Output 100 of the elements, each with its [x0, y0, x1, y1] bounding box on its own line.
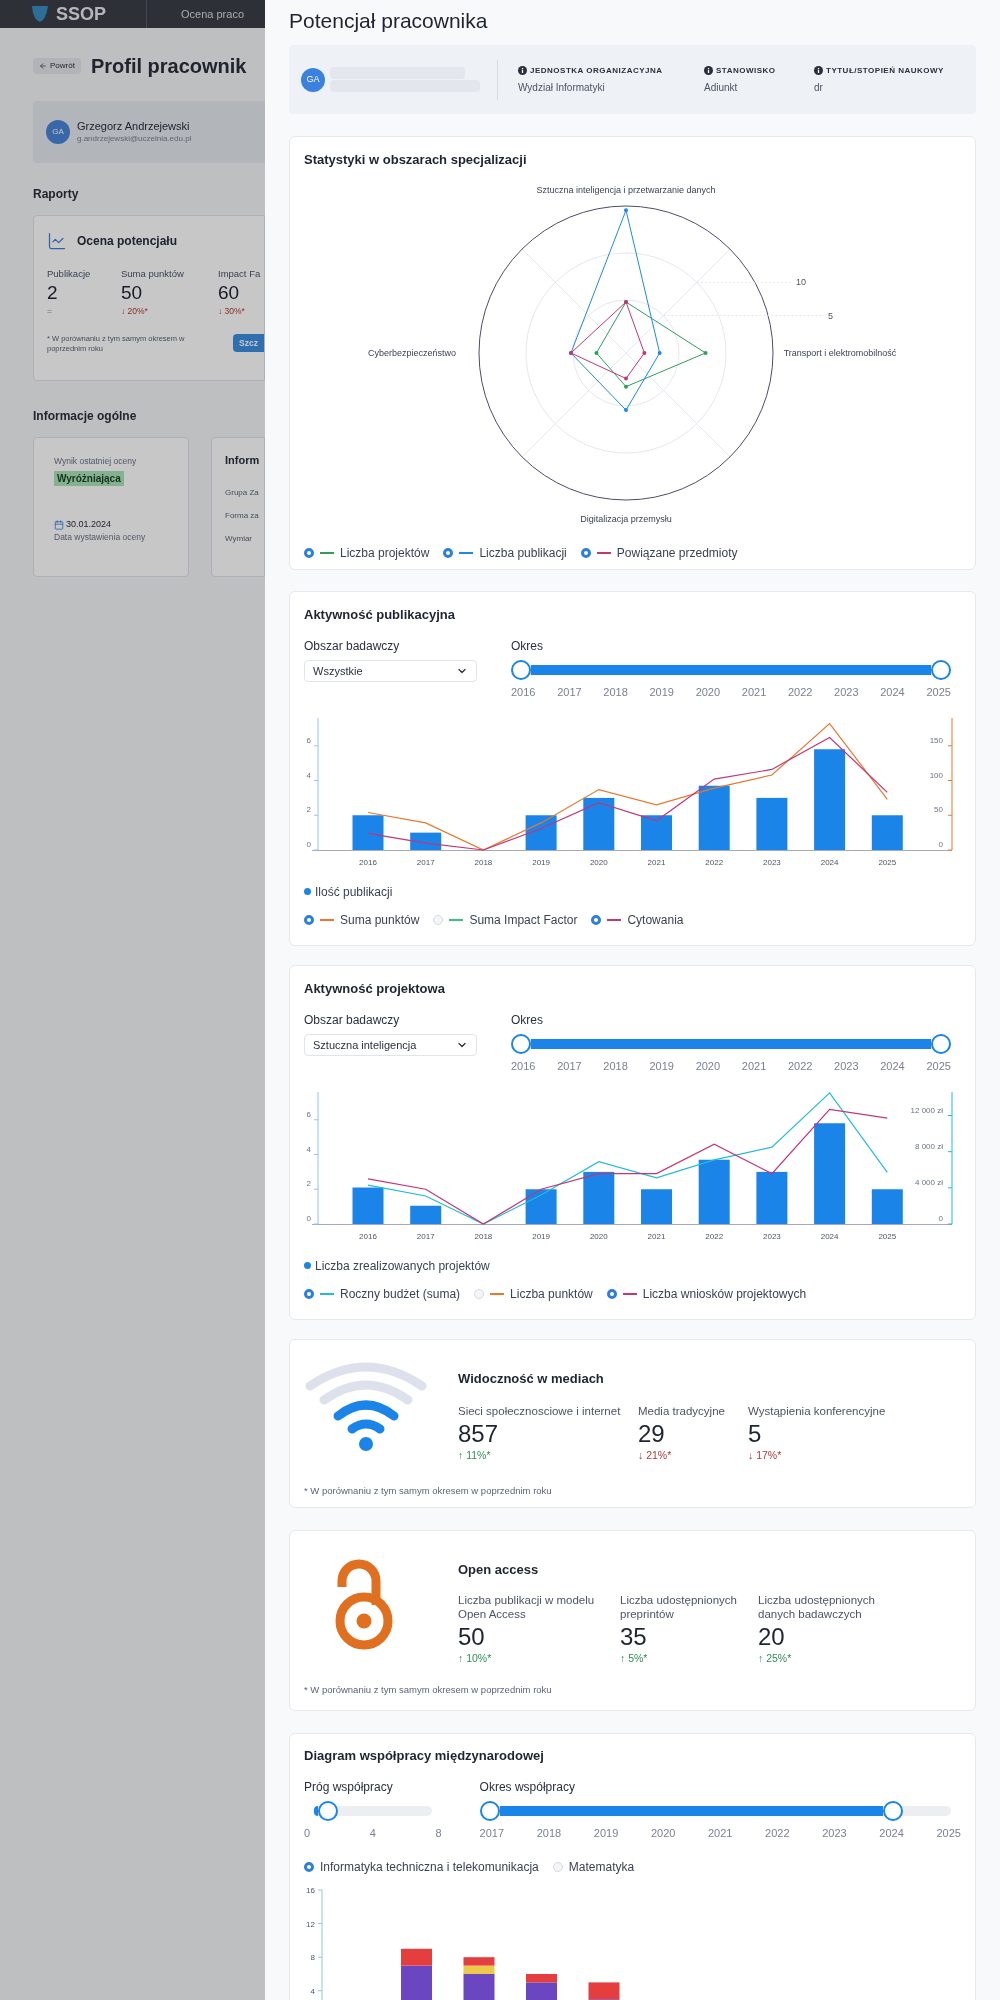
stat-value: 60 [218, 281, 241, 306]
employee-email: g.andrzejewski@uczelnia.edu.pl [77, 133, 192, 144]
legend-label: Ilość publikacji [315, 883, 393, 901]
legend-toggle[interactable]: Suma Impact Factor [433, 910, 578, 929]
legend-toggle[interactable]: Powiązane przedmioty [580, 544, 738, 562]
chart-bar [352, 814, 384, 850]
tick-label: 2025 [926, 1059, 951, 1074]
tick-label: 4 [306, 770, 311, 780]
logo-icon [30, 6, 50, 22]
logo-text: SSOP [56, 2, 107, 26]
tick-label: 2019 [593, 1826, 619, 1841]
wifi-icon [304, 1360, 428, 1454]
tick-label: 2017 [416, 1231, 435, 1241]
calendar-icon [54, 519, 64, 530]
slider-handle[interactable] [931, 1034, 951, 1054]
field-value: dr [814, 80, 824, 95]
slider-handle[interactable] [511, 1034, 531, 1054]
tick-label: 2021 [647, 857, 666, 867]
tick-label: 2020 [589, 857, 608, 867]
tick-label: 2023 [834, 685, 859, 700]
card-title: Inform [225, 453, 261, 468]
info-row-label: Grupa Za [225, 486, 260, 499]
card-title: Aktywność publikacyjna [304, 606, 456, 624]
stat-label: Publikacje [47, 267, 92, 281]
stat-label: Impact Fa [218, 267, 261, 281]
stat-change: ↑ 25%* [758, 1651, 793, 1665]
axis-label: Cyberbezpieczeństwo [368, 348, 456, 358]
tick-label: 2017 [479, 1826, 505, 1841]
stat-label: Liczba publikacji w modelu Open Access [458, 1593, 596, 1621]
nav-item[interactable]: Ocena praco [181, 5, 244, 23]
slider-handle[interactable] [931, 660, 951, 680]
chart-bar [698, 785, 730, 850]
legend-toggle[interactable]: Cytowania [591, 910, 684, 929]
range-slider[interactable] [511, 660, 951, 680]
slider-handle[interactable] [318, 1801, 339, 1821]
tick-label: 2021 [741, 1059, 767, 1074]
chart-bar [698, 1159, 730, 1224]
legend-toggle[interactable]: Liczba punktów [474, 1284, 593, 1303]
chart-bar [525, 814, 557, 850]
tick-label: 2025 [926, 685, 951, 700]
tick-label: 2018 [603, 685, 628, 700]
chart-bar [583, 1171, 615, 1224]
tick-label: 2022 [705, 1231, 724, 1241]
stat-value: 50 [458, 1623, 486, 1651]
area-select[interactable]: Wszystkie [304, 660, 477, 682]
tick-label: 2022 [705, 857, 724, 867]
stat-label: Media tradycyjne [638, 1404, 726, 1418]
tick-label: 2024 [820, 1231, 839, 1241]
tick-label: 8 000 zł [914, 1141, 943, 1151]
slider-label: Próg współpracy [304, 1779, 394, 1795]
slider-handle[interactable] [883, 1801, 904, 1821]
tick-label: 8 [310, 1952, 315, 1962]
section-heading: Raporty [33, 186, 80, 203]
stat-change: ↑ 11%* [458, 1448, 492, 1462]
area-select[interactable]: Sztuczna inteligencja [304, 1034, 477, 1056]
tick-label: 4 000 zł [914, 1177, 943, 1187]
tick-label: 2020 [695, 1059, 721, 1074]
legend-label: Liczba zrealizowanych projektów [315, 1257, 490, 1275]
legend-toggle[interactable]: Liczba projektów [304, 544, 430, 562]
tick-label: 8 [435, 1826, 442, 1841]
tick-label: 2023 [822, 1826, 847, 1841]
rating-badge: Wyróżniająca [54, 470, 124, 486]
legend-toggle[interactable]: Roczny budżet (suma) [304, 1284, 461, 1303]
tick-label: 2023 [834, 1059, 859, 1074]
field-value: Wydział Informatyki [518, 80, 606, 95]
tick-label: 2022 [787, 685, 813, 700]
back-button[interactable]: Powrót [33, 58, 81, 74]
stat-value: 29 [638, 1420, 666, 1448]
legend-toggle[interactable]: Suma punktów [304, 910, 420, 929]
stat-label: Suma punktów [121, 267, 185, 281]
stat-value: 20 [758, 1623, 786, 1651]
range-slider[interactable] [511, 1034, 951, 1054]
chart-bar [525, 1188, 557, 1224]
tick-label: 12 [306, 1919, 315, 1929]
stat-value: 2 [47, 281, 59, 306]
stat-label: Liczba udostępnionych preprintów [620, 1593, 738, 1621]
chart-bar [756, 797, 788, 850]
tick-label: 2022 [787, 1059, 813, 1074]
slider-handle[interactable] [511, 660, 531, 680]
legend-toggle[interactable]: Matematyka [552, 1857, 635, 1876]
modal-backdrop[interactable] [0, 0, 265, 2000]
chart-bar [641, 1188, 672, 1224]
tick-label: 100 [929, 770, 943, 780]
panel-title: Potencjał pracownika [289, 8, 489, 34]
stat-change: ↓ 30%* [218, 305, 246, 318]
legend-toggle[interactable]: Informatyka techniczna i telekomunikacja [304, 1857, 539, 1876]
date-caption: Data wystawienia oceny [54, 531, 147, 544]
field-label: JEDNOSTKA ORGANIZACYJNA [530, 64, 663, 77]
slider-handle[interactable] [479, 1801, 500, 1821]
tick-label: 2017 [416, 857, 435, 867]
legend-toggle[interactable]: Liczba publikacji [443, 544, 567, 562]
tick-label: 2019 [649, 685, 674, 700]
tick-label: 2025 [936, 1826, 961, 1841]
tick-label: 4 [306, 1144, 311, 1154]
tick-label: 2023 [763, 1231, 781, 1241]
tick-label: 6 [306, 735, 311, 745]
avatar: GA [301, 67, 325, 92]
tick-label: 2021 [647, 1231, 666, 1241]
legend-toggle[interactable]: Liczba wniosków projektowych [606, 1284, 807, 1303]
stat-change: ↑ 5%* [620, 1651, 649, 1665]
